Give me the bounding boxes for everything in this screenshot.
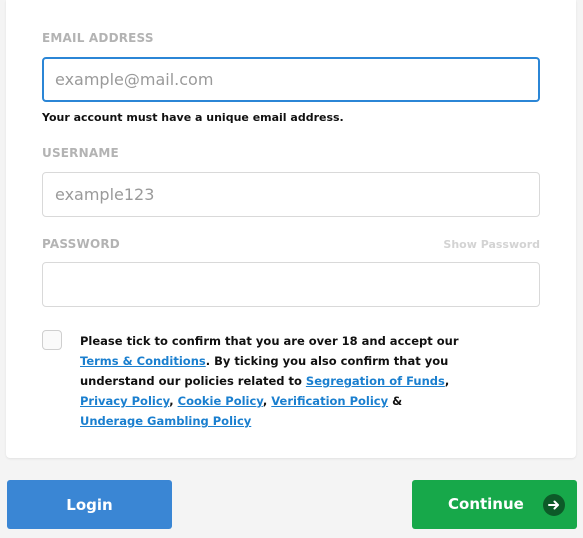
segregation-of-funds-link[interactable]: Segregation of Funds (306, 374, 445, 388)
terms-conditions-link[interactable]: Terms & Conditions (80, 354, 206, 368)
verification-policy-link[interactable]: Verification Policy (271, 394, 388, 408)
terms-text-4: , (169, 394, 178, 408)
privacy-policy-link[interactable]: Privacy Policy (80, 394, 169, 408)
password-label: PASSWORD (42, 237, 120, 251)
terms-text-1: Please tick to confirm that you are over… (80, 334, 459, 348)
terms-text: Please tick to confirm that you are over… (80, 331, 460, 431)
email-helper-text: Your account must have a unique email ad… (42, 111, 344, 124)
continue-button-label: Continue (448, 495, 524, 513)
password-field[interactable] (42, 262, 540, 307)
underage-gambling-policy-link[interactable]: Underage Gambling Policy (80, 414, 251, 428)
email-field[interactable] (42, 57, 540, 102)
age-terms-checkbox[interactable] (42, 330, 62, 350)
login-button-label: Login (66, 496, 113, 514)
terms-text-3: , (444, 374, 450, 388)
login-button[interactable]: Login (7, 480, 172, 529)
show-password-toggle[interactable]: Show Password (443, 238, 540, 251)
email-label: EMAIL ADDRESS (42, 31, 154, 45)
terms-text-6: & (388, 394, 403, 408)
continue-button[interactable]: Continue (412, 480, 577, 529)
username-field[interactable] (42, 172, 540, 217)
arrow-right-circle-icon (543, 494, 565, 516)
signup-form-card: EMAIL ADDRESS Your account must have a u… (6, 0, 576, 458)
username-label: USERNAME (42, 146, 119, 160)
cookie-policy-link[interactable]: Cookie Policy (178, 394, 263, 408)
